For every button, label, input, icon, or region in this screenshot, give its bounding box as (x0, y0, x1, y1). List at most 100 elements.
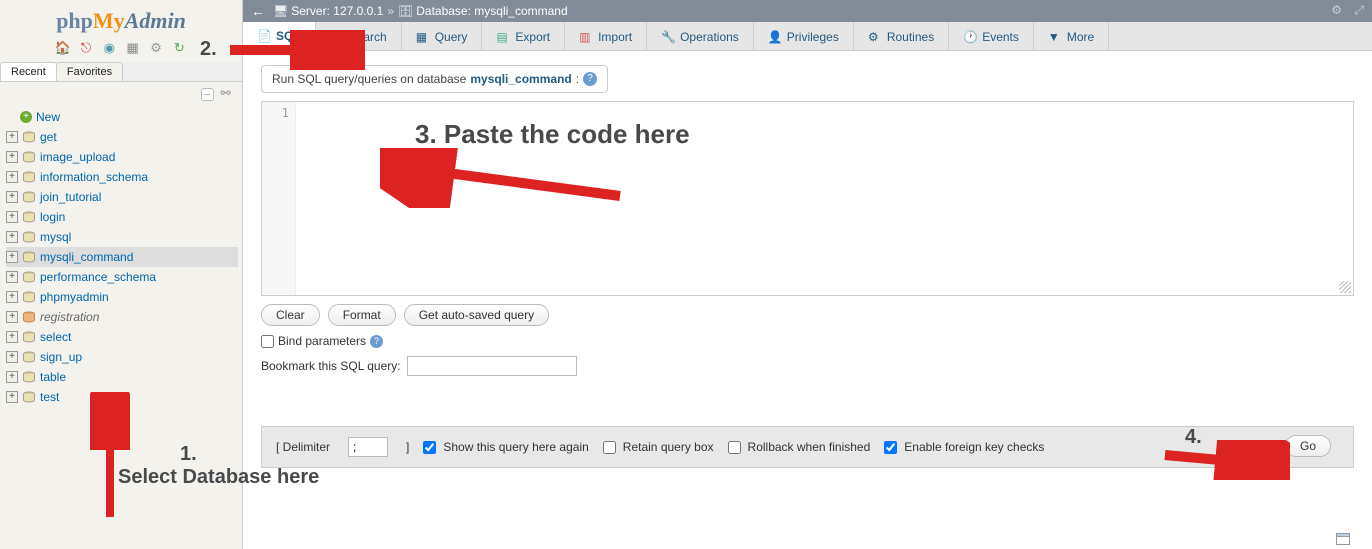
expander-icon[interactable]: + (6, 231, 18, 243)
logout-icon[interactable]: ⎋ (78, 40, 94, 56)
panel-title: Run SQL query/queries on database mysqli… (261, 65, 608, 93)
tree-db-image_upload[interactable]: +image_upload (6, 147, 238, 167)
sql-icon: 📄 (257, 29, 271, 43)
db-name[interactable]: mysqli_command (474, 4, 567, 18)
tree-db-test[interactable]: +test (6, 387, 238, 407)
logo-admin: Admin (125, 8, 186, 33)
back-icon[interactable]: ← (251, 3, 265, 19)
tab-events[interactable]: 🕐Events (949, 22, 1034, 50)
expander-icon[interactable]: + (6, 331, 18, 343)
tree-db-mysql[interactable]: +mysql (6, 227, 238, 247)
tree-db-information_schema[interactable]: + information_schema (6, 167, 238, 187)
gear-icon[interactable]: ⚙ (1331, 3, 1342, 17)
settings-nav-icon[interactable]: ⚙ (148, 40, 164, 56)
server-label: Server: (291, 4, 330, 18)
tree-new-label: New (36, 108, 60, 126)
link-icon[interactable]: ⚯ (219, 88, 232, 101)
delimiter-input[interactable] (348, 437, 388, 457)
bookmark-input[interactable] (407, 356, 577, 376)
bind-params-help-icon[interactable]: ? (370, 335, 383, 348)
sidebar-quick-icons: 🏠 ⎋ ◉ ▦ ⚙ ↻ (0, 38, 242, 62)
tree-item-label: information_schema (40, 168, 148, 186)
rollback-checkbox[interactable] (728, 441, 741, 454)
database-cylinder-icon (22, 191, 36, 203)
clear-button[interactable]: Clear (261, 304, 320, 326)
tree-db-phpmyadmin[interactable]: + phpmyadmin (6, 287, 238, 307)
expander-icon[interactable]: + (6, 131, 18, 143)
editor-buttons-row: Clear Format Get auto-saved query (261, 304, 1354, 326)
tree-item-label: performance_schema (40, 268, 156, 286)
format-button[interactable]: Format (328, 304, 396, 326)
tab-query[interactable]: ▦Query (402, 22, 483, 50)
tab-favorites[interactable]: Favorites (56, 62, 123, 81)
tree-db-sign_up[interactable]: + sign_up (6, 347, 238, 367)
help-icon[interactable]: ? (583, 72, 597, 86)
tree-db-select[interactable]: +select (6, 327, 238, 347)
panel-dbname[interactable]: mysqli_command (470, 72, 571, 86)
database-cylinder-icon (22, 131, 36, 143)
tree-db-get[interactable]: +get (6, 127, 238, 147)
expander-icon[interactable]: + (6, 151, 18, 163)
home-icon[interactable]: 🏠 (55, 40, 71, 56)
autosaved-button[interactable]: Get auto-saved query (404, 304, 549, 326)
docs-icon[interactable]: ◉ (101, 40, 117, 56)
expander-icon[interactable]: + (6, 291, 18, 303)
expander-icon[interactable]: + (6, 271, 18, 283)
tab-privileges[interactable]: 👤Privileges (754, 22, 854, 50)
tree-new[interactable]: + New (6, 107, 238, 127)
bind-params-label: Bind parameters (278, 334, 366, 348)
tab-sql[interactable]: 📄SQL (243, 22, 316, 51)
tree-item-label: join_tutorial (40, 188, 101, 206)
expander-icon[interactable]: + (6, 351, 18, 363)
database-icon: 🗄 (398, 4, 413, 18)
tree-db-join_tutorial[interactable]: + join_tutorial (6, 187, 238, 207)
tab-routines[interactable]: ⚙Routines (854, 22, 949, 50)
bind-params-checkbox[interactable] (261, 335, 274, 348)
tree-item-label: table (40, 368, 66, 386)
panel-colon: : (576, 72, 579, 86)
tree-db-performance_schema[interactable]: + performance_schema (6, 267, 238, 287)
tab-import[interactable]: ▥Import (565, 22, 647, 50)
tree-item-label: sign_up (40, 348, 82, 366)
expander-icon[interactable]: + (6, 371, 18, 383)
tab-operations[interactable]: 🔧Operations (647, 22, 754, 50)
tree-db-registration[interactable]: +registration (6, 307, 238, 327)
expand-icon[interactable]: ⤢ (1354, 3, 1364, 18)
reload-icon[interactable]: ↻ (171, 40, 187, 56)
database-cylinder-icon (22, 311, 36, 323)
tab-export[interactable]: ▤Export (482, 22, 565, 50)
expander-icon[interactable]: + (6, 211, 18, 223)
collapse-all-icon[interactable]: – (201, 88, 214, 101)
expander-icon[interactable]: + (6, 391, 18, 403)
delimiter-open: [ Delimiter (276, 440, 330, 454)
privileges-icon: 👤 (768, 30, 782, 44)
expander-icon[interactable]: + (6, 171, 18, 183)
tab-search[interactable]: 🔍Search (316, 22, 402, 50)
sql-nav-icon[interactable]: ▦ (125, 40, 141, 56)
expander-icon[interactable]: + (6, 311, 18, 323)
database-cylinder-icon (22, 391, 36, 403)
db-tree: + New +get+image_upload+information_sche… (0, 105, 242, 411)
breadcrumb: ← 🖥 Server: 127.0.0.1 » 🗄 Database: mysq… (243, 0, 1372, 22)
logo-my: My (93, 8, 125, 33)
expander-icon[interactable]: + (6, 191, 18, 203)
expander-icon[interactable]: + (6, 251, 18, 263)
tree-db-table[interactable]: + table (6, 367, 238, 387)
resize-handle[interactable] (1339, 281, 1351, 293)
fk-checkbox[interactable] (884, 441, 897, 454)
show-again-checkbox[interactable] (423, 441, 436, 454)
tree-item-label: phpmyadmin (40, 288, 109, 306)
tree-controls: – ⚯ (0, 82, 242, 105)
server-name[interactable]: 127.0.0.1 (333, 4, 383, 18)
footer-window-icon[interactable] (1336, 533, 1350, 545)
retain-checkbox[interactable] (603, 441, 616, 454)
tab-more[interactable]: ▼More (1034, 22, 1109, 50)
go-button[interactable]: Go (1285, 435, 1331, 457)
tree-db-mysqli_command[interactable]: +mysqli_command (6, 247, 238, 267)
tab-recent[interactable]: Recent (0, 62, 57, 81)
logo-php: php (56, 8, 93, 33)
query-icon: ▦ (416, 30, 430, 44)
breadcrumb-sep: » (387, 4, 394, 18)
sql-textarea[interactable] (296, 102, 1353, 295)
tree-db-login[interactable]: +login (6, 207, 238, 227)
